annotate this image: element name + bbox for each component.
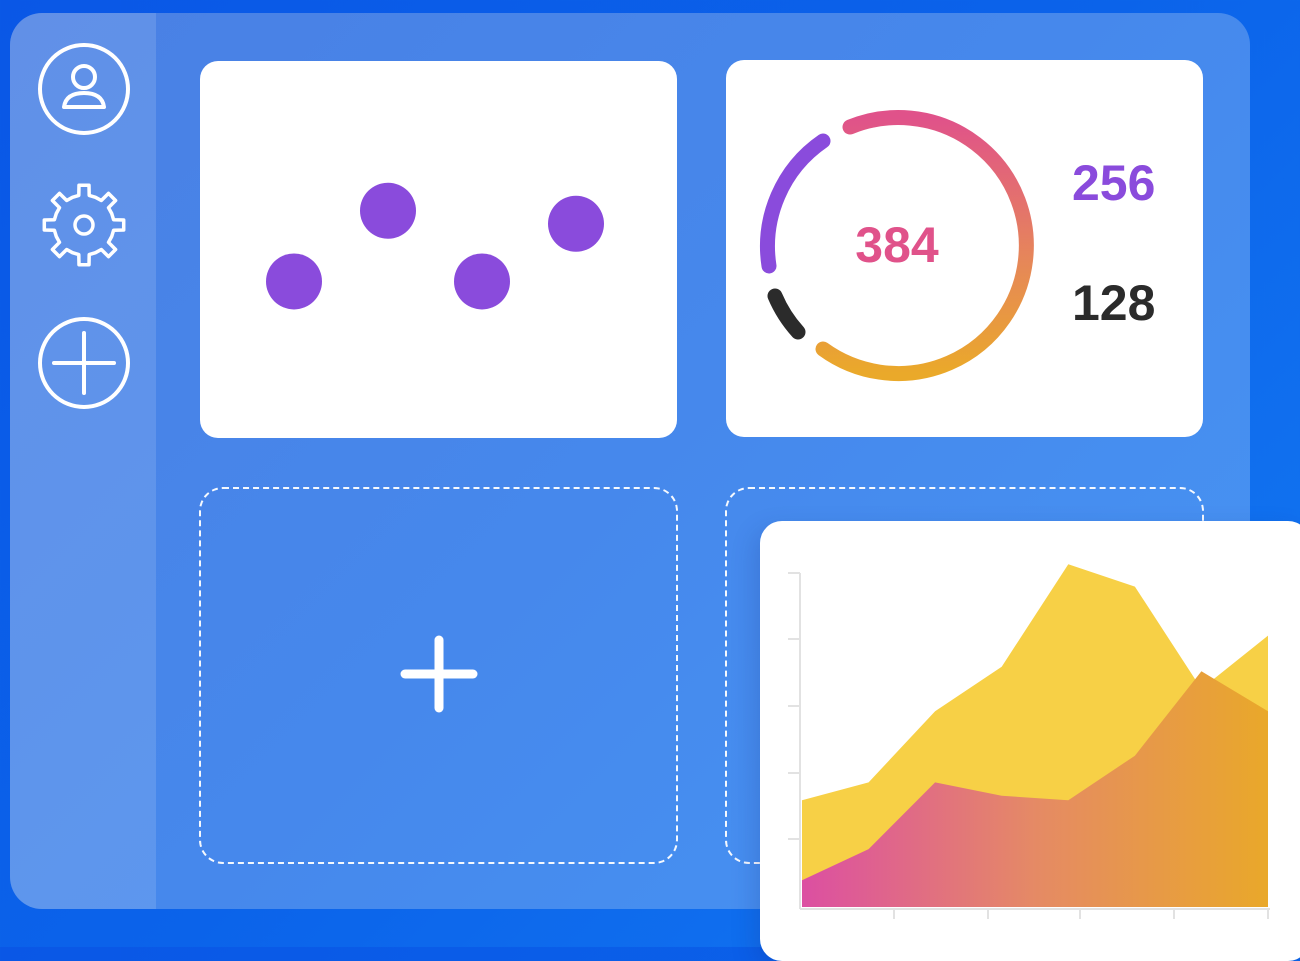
add-circle-icon	[38, 317, 130, 409]
area-chart-card	[760, 521, 1300, 961]
settings-button[interactable]	[36, 177, 132, 273]
gauge-secondary-arc	[767, 288, 806, 340]
area-chart	[788, 564, 1270, 919]
slider-knob[interactable]	[360, 182, 416, 239]
gauge-secondary-value: 128	[1072, 275, 1156, 331]
gear-icon	[42, 183, 126, 267]
gauge-card: 384 256 128	[726, 60, 1203, 437]
gauge-primary-arc	[760, 133, 831, 274]
gauge-center-value: 384	[855, 217, 939, 273]
sliders-graphic[interactable]	[200, 61, 677, 438]
gauge-primary-value: 256	[1072, 155, 1156, 211]
sidebar	[10, 13, 156, 909]
slider-knob[interactable]	[548, 195, 604, 252]
profile-button[interactable]	[36, 41, 132, 137]
plus-icon	[400, 635, 478, 713]
add-widget-slot[interactable]	[199, 487, 678, 864]
sliders-card	[200, 61, 677, 438]
slider-knob[interactable]	[266, 253, 322, 310]
user-icon	[38, 43, 130, 135]
slider-knob[interactable]	[454, 253, 510, 310]
add-section-button[interactable]	[36, 315, 132, 411]
